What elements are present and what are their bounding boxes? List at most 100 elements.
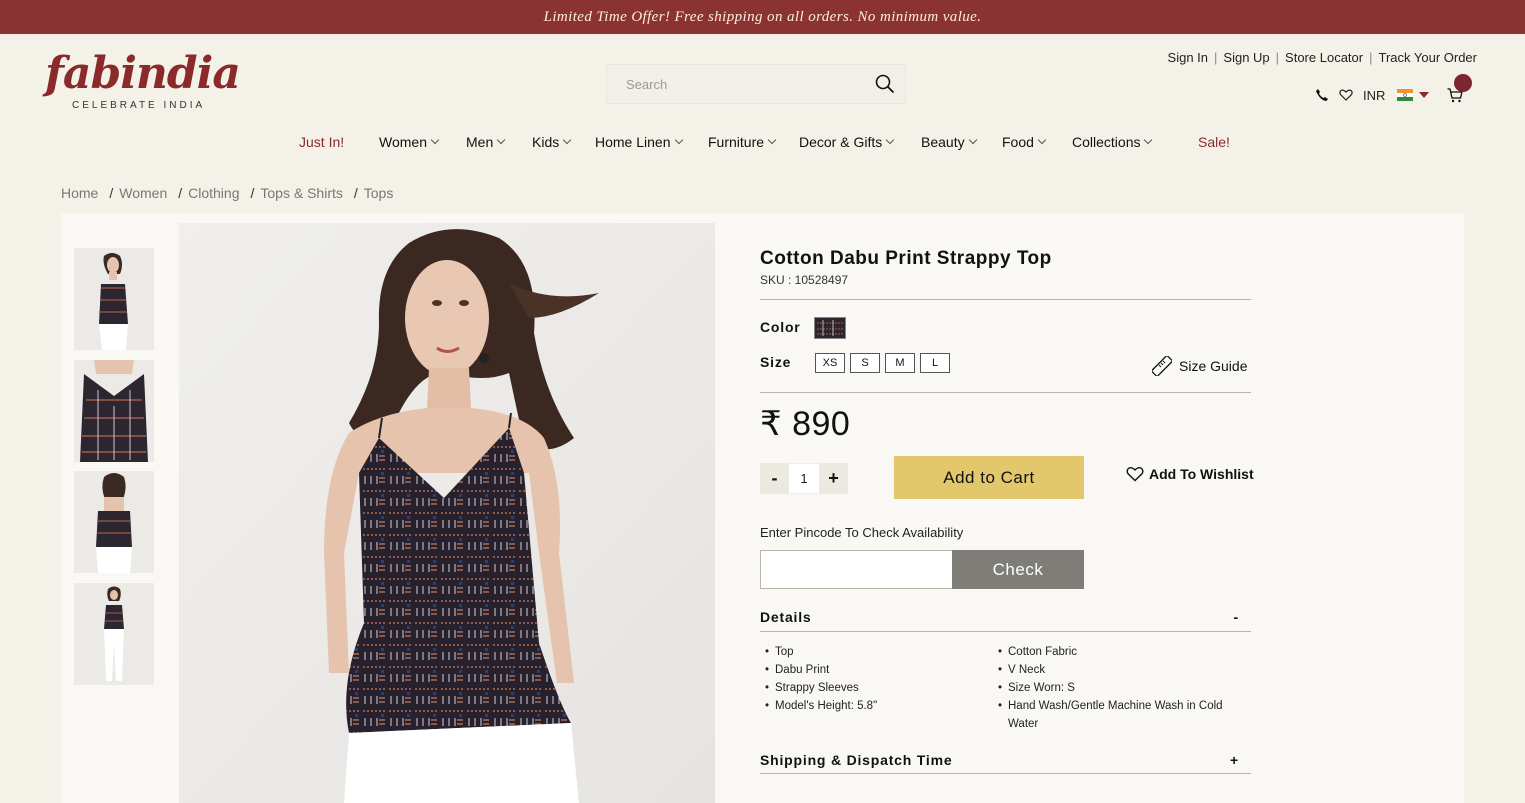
detail-item: Strappy Sleeves xyxy=(765,679,985,697)
model-back-image xyxy=(74,471,154,573)
brand-logo[interactable]: fabindia CELEBRATE INDIA xyxy=(45,48,241,118)
shipping-title: Shipping & Dispatch Time xyxy=(760,752,953,768)
pincode-label: Enter Pincode To Check Availability xyxy=(760,525,964,540)
size-label: Size xyxy=(760,354,792,370)
brand-name: fabindia xyxy=(45,48,241,99)
india-flag-icon[interactable] xyxy=(1397,89,1414,101)
nav-just-in[interactable]: Just In! xyxy=(299,134,344,150)
breadcrumb-separator: / xyxy=(250,185,255,201)
chevron-down-icon[interactable] xyxy=(1419,92,1430,98)
nav-collections[interactable]: Collections xyxy=(1072,134,1153,150)
add-to-wishlist-button[interactable]: Add To Wishlist xyxy=(1126,466,1254,482)
size-option-xs[interactable]: XS xyxy=(815,353,845,373)
nav-label: Just In! xyxy=(299,134,345,150)
product-thumbnail[interactable] xyxy=(74,471,154,573)
breadcrumb-separator: / xyxy=(109,185,114,201)
nav-label: Food xyxy=(1002,134,1034,150)
nav-furniture[interactable]: Furniture xyxy=(708,134,777,150)
model-full-image xyxy=(74,583,154,685)
main-nav: Just In! Women Men Kids Home Linen Furni… xyxy=(0,134,1525,154)
account-links: Sign In | Sign Up | Store Locator | Trac… xyxy=(1168,50,1477,65)
breadcrumb-tops[interactable]: Tops xyxy=(364,185,394,201)
collapse-toggle[interactable]: - xyxy=(1234,609,1239,625)
detail-item: Size Worn: S xyxy=(998,679,1228,697)
size-option-s[interactable]: S xyxy=(850,353,880,373)
sign-in-link[interactable]: Sign In xyxy=(1168,50,1208,65)
store-locator-link[interactable]: Store Locator xyxy=(1285,50,1363,65)
ruler-icon xyxy=(1152,356,1172,376)
breadcrumb-women[interactable]: Women xyxy=(119,185,167,201)
product-price: ₹ 890 xyxy=(760,405,851,443)
separator: | xyxy=(1275,50,1280,65)
nav-label: Furniture xyxy=(708,134,765,150)
search-input[interactable] xyxy=(607,65,867,103)
breadcrumb-clothing[interactable]: Clothing xyxy=(188,185,239,201)
nav-sale[interactable]: Sale! xyxy=(1198,134,1230,150)
chevron-down-icon xyxy=(767,135,777,145)
details-list-right: Cotton Fabric V Neck Size Worn: S Hand W… xyxy=(998,643,1228,733)
main-product-image[interactable] xyxy=(179,223,715,803)
product-thumbnail[interactable] xyxy=(74,360,154,462)
detail-item: Dabu Print xyxy=(765,661,985,679)
divider xyxy=(760,631,1251,632)
heart-icon xyxy=(1126,467,1144,482)
color-swatch[interactable] xyxy=(814,317,846,339)
size-options: XS S M L xyxy=(815,353,955,373)
breadcrumb-tops-shirts[interactable]: Tops & Shirts xyxy=(260,185,342,201)
breadcrumb-home[interactable]: Home xyxy=(61,185,98,201)
currency-label[interactable]: INR xyxy=(1363,88,1385,103)
divider xyxy=(760,773,1251,774)
chevron-down-icon xyxy=(968,135,977,145)
chevron-down-icon xyxy=(496,135,506,145)
quantity-decrease-button[interactable]: - xyxy=(760,463,789,494)
utility-icons: INR xyxy=(1315,84,1464,106)
brand-tagline: CELEBRATE INDIA xyxy=(72,100,206,111)
breadcrumb: Home / Women / Clothing / Tops & Shirts … xyxy=(61,185,393,201)
product-thumbnail[interactable] xyxy=(74,583,154,685)
search-icon[interactable] xyxy=(875,74,895,94)
add-to-cart-button[interactable]: Add to Cart xyxy=(894,456,1084,499)
breadcrumb-separator: / xyxy=(178,185,183,201)
details-header[interactable]: Details - xyxy=(760,609,1251,625)
nav-food[interactable]: Food xyxy=(1002,134,1047,150)
phone-icon[interactable] xyxy=(1315,88,1329,102)
chevron-down-icon xyxy=(1144,135,1153,145)
nav-men[interactable]: Men xyxy=(466,134,506,150)
chevron-down-icon xyxy=(562,135,572,145)
color-swatch-pattern xyxy=(815,318,845,338)
detail-item: Top xyxy=(765,643,985,661)
nav-beauty[interactable]: Beauty xyxy=(921,134,977,150)
pincode-input[interactable] xyxy=(760,550,953,589)
size-option-m[interactable]: M xyxy=(885,353,915,373)
model-wearing-top-image xyxy=(179,223,715,803)
heart-icon[interactable] xyxy=(1339,88,1353,102)
track-order-link[interactable]: Track Your Order xyxy=(1378,50,1477,65)
chevron-down-icon xyxy=(886,135,895,145)
size-guide-link[interactable]: Size Guide xyxy=(1152,356,1247,376)
quantity-increase-button[interactable]: + xyxy=(819,463,848,494)
quantity-value[interactable]: 1 xyxy=(789,463,819,494)
model-front-image xyxy=(74,248,154,350)
details-list-left: Top Dabu Print Strappy Sleeves Model's H… xyxy=(765,643,985,715)
size-option-l[interactable]: L xyxy=(920,353,950,373)
expand-toggle[interactable]: + xyxy=(1230,752,1239,768)
wishlist-label: Add To Wishlist xyxy=(1149,466,1254,482)
detail-item: Model's Height: 5.8" xyxy=(765,697,985,715)
product-title: Cotton Dabu Print Strappy Top xyxy=(760,248,1052,269)
nav-kids[interactable]: Kids xyxy=(532,134,572,150)
check-button[interactable]: Check xyxy=(952,550,1084,589)
nav-label: Men xyxy=(466,134,494,150)
shipping-header[interactable]: Shipping & Dispatch Time + xyxy=(760,752,1251,768)
breadcrumb-separator: / xyxy=(353,185,358,201)
nav-decor-gifts[interactable]: Decor & Gifts xyxy=(799,134,895,150)
nav-home-linen[interactable]: Home Linen xyxy=(595,134,683,150)
nav-women[interactable]: Women xyxy=(379,134,440,150)
size-guide-label: Size Guide xyxy=(1179,358,1248,374)
product-thumbnail[interactable] xyxy=(74,248,154,350)
product-sku: SKU : 10528497 xyxy=(760,273,849,287)
divider xyxy=(760,299,1251,300)
search-box xyxy=(606,64,906,104)
sign-up-link[interactable]: Sign Up xyxy=(1223,50,1269,65)
cart-count-badge[interactable] xyxy=(1454,74,1472,92)
separator: | xyxy=(1369,50,1373,65)
